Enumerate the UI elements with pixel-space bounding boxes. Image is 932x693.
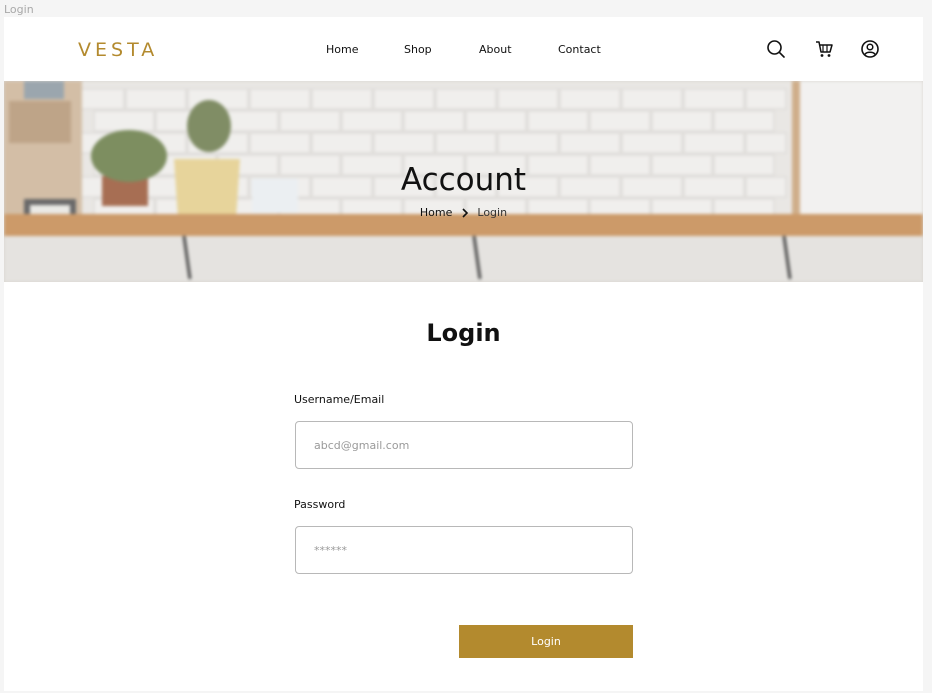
breadcrumb-current: Login — [477, 206, 508, 219]
breadcrumb-home-link[interactable]: Home — [420, 206, 452, 219]
username-email-input[interactable] — [295, 421, 633, 469]
breadcrumb: Home Login — [4, 206, 923, 219]
chevron-right-icon — [459, 208, 471, 218]
site-header: VESTA Home Shop About Contact — [4, 17, 923, 81]
hero-title: Account — [400, 162, 527, 198]
login-submit-button[interactable]: Login — [459, 625, 633, 658]
brand-logo[interactable]: VESTA — [78, 39, 158, 61]
frame-label: Login — [4, 3, 34, 16]
user-account-icon[interactable] — [860, 39, 880, 59]
nav-about[interactable]: About — [479, 43, 512, 56]
cart-icon[interactable] — [814, 39, 834, 59]
page: VESTA Home Shop About Contact Account Ho… — [4, 17, 923, 691]
nav-shop[interactable]: Shop — [404, 43, 432, 56]
nav-home[interactable]: Home — [326, 43, 358, 56]
password-label: Password — [294, 498, 346, 511]
nav-contact[interactable]: Contact — [558, 43, 601, 56]
password-input[interactable] — [295, 526, 633, 574]
username-label: Username/Email — [294, 393, 385, 406]
login-form-title: Login — [426, 319, 501, 347]
hero-banner: Account Home Login — [4, 81, 923, 282]
search-icon[interactable] — [766, 39, 786, 59]
